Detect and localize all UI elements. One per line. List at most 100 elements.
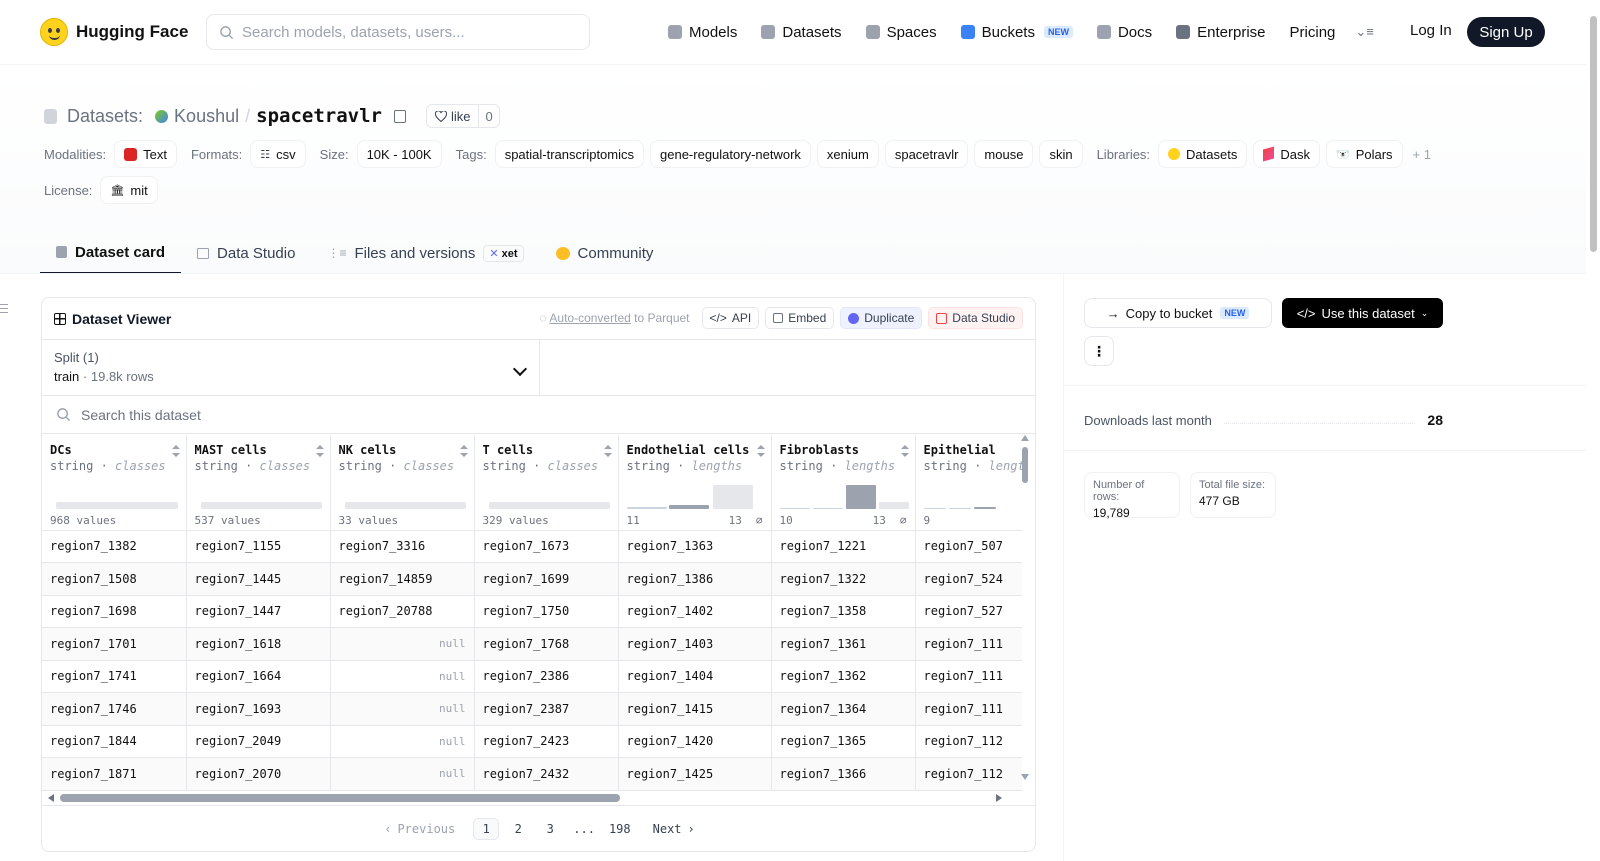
table-cell[interactable]: region7_1844 (42, 725, 187, 758)
table-cell[interactable]: region7_1699 (474, 562, 619, 596)
table-cell[interactable]: region7_1361 (771, 627, 916, 661)
api-button[interactable]: </> API (701, 307, 760, 329)
table-horizontal-scrollbar[interactable] (46, 792, 1004, 804)
table-cell[interactable]: region7_1402 (618, 595, 772, 628)
table-cell[interactable]: region7_2423 (474, 725, 619, 758)
table-cell[interactable]: region7_1741 (42, 660, 187, 693)
data-studio-button[interactable]: Data Studio (928, 307, 1023, 329)
table-cell[interactable]: region7_1673 (474, 530, 619, 563)
table-cell[interactable]: region7_112 (915, 757, 1022, 791)
column-header[interactable]: MAST cells string · classes 537 values (186, 435, 331, 531)
copy-icon[interactable] (393, 109, 406, 123)
column-header[interactable]: NK cells string · classes 33 values (330, 435, 475, 531)
copy-to-bucket-button[interactable]: → Copy to bucket NEW (1084, 298, 1272, 328)
signup-button[interactable]: Sign Up (1467, 17, 1545, 47)
table-vertical-scrollbar[interactable] (1021, 435, 1029, 780)
table-cell[interactable]: region7_1447 (186, 595, 331, 628)
table-cell[interactable]: region7_2070 (186, 757, 331, 791)
sort-icon[interactable] (315, 445, 324, 457)
table-cell[interactable]: region7_1364 (771, 692, 916, 726)
repo-type-label[interactable]: Datasets: (67, 106, 143, 127)
nav-buckets[interactable]: Buckets NEW (960, 24, 1073, 41)
table-cell[interactable]: region7_2432 (474, 757, 619, 791)
sort-icon[interactable] (171, 445, 180, 457)
page-last[interactable]: 198 (605, 818, 635, 840)
tag-item[interactable]: xenium (816, 140, 879, 168)
page-1[interactable]: 1 (473, 817, 500, 840)
table-cell[interactable]: null (330, 627, 475, 661)
column-header[interactable]: Endothelial cells string · lengths 11 13 ⌀ (618, 435, 772, 531)
like-button[interactable]: like 0 (425, 104, 500, 128)
tag-format-csv[interactable]: ☷ csv (250, 140, 306, 168)
table-cell[interactable]: null (330, 725, 475, 758)
brand-logo[interactable]: Hugging Face (40, 18, 188, 46)
dataset-search-input[interactable] (81, 406, 681, 423)
toc-toggle-icon[interactable] (0, 304, 8, 316)
auto-converted-link[interactable]: Auto-converted (549, 311, 630, 325)
tab-community[interactable]: Community (540, 232, 670, 274)
nav-spaces[interactable]: Spaces (865, 24, 937, 41)
tab-files-and-versions[interactable]: ⋮≡ Files and versions ✕ xet (311, 232, 539, 274)
tag-item[interactable]: spatial-transcriptomics (494, 140, 645, 168)
table-cell[interactable]: region7_1508 (42, 562, 187, 596)
page-3[interactable]: 3 (537, 818, 563, 840)
column-header[interactable]: DCs string · classes 968 values (42, 435, 187, 531)
nav-datasets[interactable]: Datasets (761, 24, 842, 41)
table-cell[interactable]: region7_1386 (618, 562, 772, 596)
table-cell[interactable]: region7_3316 (330, 530, 475, 563)
tab-data-studio[interactable]: Data Studio (181, 232, 311, 274)
tag-library-datasets[interactable]: Datasets (1158, 140, 1248, 168)
table-cell[interactable]: region7_1445 (186, 562, 331, 596)
nav-docs[interactable]: Docs (1096, 24, 1152, 41)
table-cell[interactable]: null (330, 660, 475, 693)
more-menu-icon[interactable]: ⌄≡ (1355, 24, 1373, 40)
tag-license[interactable]: 🏛 mit (100, 176, 158, 204)
tag-item[interactable]: gene-regulatory-network (650, 140, 811, 168)
use-this-dataset-button[interactable]: </> Use this dataset ⌄ (1282, 298, 1443, 328)
tag-item[interactable]: spacetravlr (884, 140, 969, 168)
table-cell[interactable]: region7_1382 (42, 530, 187, 563)
table-cell[interactable]: region7_2386 (474, 660, 619, 693)
page-2[interactable]: 2 (505, 818, 531, 840)
table-cell[interactable]: region7_1221 (771, 530, 916, 563)
table-cell[interactable]: region7_1363 (618, 530, 772, 563)
table-cell[interactable]: region7_2387 (474, 692, 619, 726)
table-cell[interactable]: region7_111 (915, 692, 1022, 726)
table-cell[interactable]: region7_1322 (771, 562, 916, 596)
tag-modality-text[interactable]: Text (114, 140, 177, 168)
table-cell[interactable]: region7_1425 (618, 757, 772, 791)
tag-library-dask[interactable]: Dask (1253, 140, 1320, 168)
tag-item[interactable]: mouse (974, 140, 1034, 168)
embed-button[interactable]: Embed (765, 307, 835, 329)
table-cell[interactable]: region7_1746 (42, 692, 187, 726)
table-cell[interactable]: region7_111 (915, 660, 1022, 693)
table-cell[interactable]: region7_1366 (771, 757, 916, 791)
libraries-more[interactable]: + 1 (1413, 147, 1431, 162)
more-options-icon[interactable]: ⋮ (1084, 336, 1114, 366)
tag-item[interactable]: skin (1039, 140, 1083, 168)
nav-models[interactable]: Models (668, 24, 737, 41)
column-header[interactable]: Epithelialstring · lengths9 (915, 435, 1022, 531)
table-cell[interactable]: region7_1693 (186, 692, 331, 726)
sort-icon[interactable] (900, 445, 909, 457)
table-cell[interactable]: region7_1403 (618, 627, 772, 661)
table-cell[interactable]: region7_1365 (771, 725, 916, 758)
table-cell[interactable]: null (330, 757, 475, 791)
table-cell[interactable]: region7_1871 (42, 757, 187, 791)
column-header[interactable]: T cells string · classes 329 values (474, 435, 619, 531)
table-cell[interactable]: region7_1618 (186, 627, 331, 661)
dataset-search[interactable] (42, 396, 1035, 434)
table-cell[interactable]: region7_1750 (474, 595, 619, 628)
table-cell[interactable]: region7_1698 (42, 595, 187, 628)
repo-name[interactable]: spacetravlr (256, 105, 382, 127)
table-cell[interactable]: region7_1155 (186, 530, 331, 563)
column-header[interactable]: Fibroblasts string · lengths 10 13 ⌀ (771, 435, 916, 531)
table-cell[interactable]: region7_1768 (474, 627, 619, 661)
table-cell[interactable]: null (330, 692, 475, 726)
sort-icon[interactable] (459, 445, 468, 457)
nav-enterprise[interactable]: Enterprise (1176, 24, 1266, 41)
table-cell[interactable]: region7_507 (915, 530, 1022, 563)
table-cell[interactable]: region7_1362 (771, 660, 916, 693)
tag-library-polars[interactable]: 🐻‍❄ Polars (1325, 140, 1403, 168)
split-selector[interactable]: Split (1) train · 19.8k rows (42, 340, 540, 395)
